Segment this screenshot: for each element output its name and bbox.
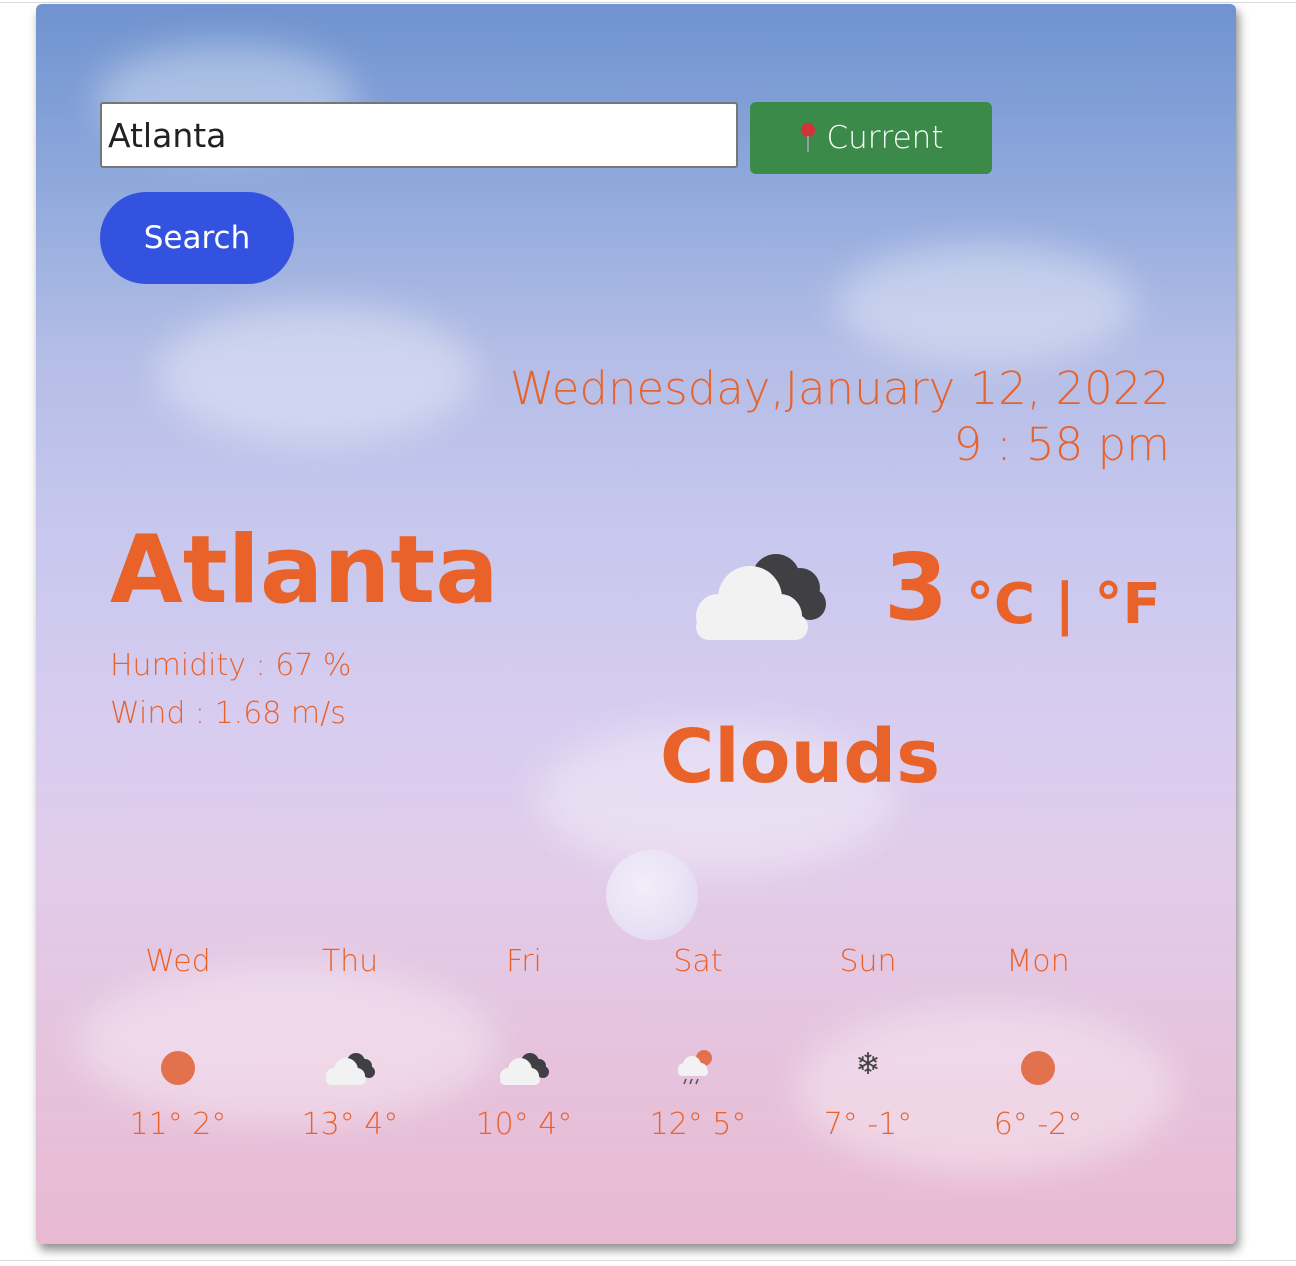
forecast-day: Thu 13° 4° <box>280 944 420 1142</box>
moon-decoration <box>606 850 698 940</box>
clouds-icon <box>696 554 826 640</box>
forecast-temps: 12° 5° <box>649 1107 747 1142</box>
sky-cloud <box>156 304 476 444</box>
forecast-temps: 11° 2° <box>129 1107 227 1142</box>
humidity-text: Humidity : 67 % <box>110 648 352 683</box>
temperature-value: 3 <box>884 534 949 641</box>
forecast-temps: 7° -1° <box>823 1107 913 1142</box>
forecast-day-name: Fri <box>506 944 542 979</box>
search-input[interactable] <box>100 102 738 168</box>
pin-icon <box>799 123 817 153</box>
current-button-label: Current <box>826 120 944 156</box>
forecast-day-name: Wed <box>145 944 211 979</box>
time-text: 9 : 58 pm <box>953 418 1170 471</box>
top-divider <box>0 2 1296 3</box>
forecast-day-name: Sat <box>673 944 723 979</box>
date-text: Wednesday,January 12, 2022 <box>509 362 1170 415</box>
forecast-day: Sat 12° 5° <box>628 944 768 1142</box>
sun-icon <box>108 1049 248 1089</box>
forecast-day-name: Thu <box>321 944 379 979</box>
wind-text: Wind : 1.68 m/s <box>110 696 346 731</box>
forecast-temps: 13° 4° <box>301 1107 399 1142</box>
clouds-icon <box>280 1049 420 1089</box>
forecast-day-name: Sun <box>839 944 897 979</box>
search-button[interactable]: Search <box>100 192 294 284</box>
forecast-day: Sun ❄ 7° -1° <box>798 944 938 1142</box>
bottom-divider <box>0 1260 1296 1261</box>
sky-cloud <box>836 244 1136 364</box>
current-location-button[interactable]: Current <box>750 102 992 174</box>
sun-icon <box>968 1049 1108 1089</box>
weather-condition: Clouds <box>660 714 941 800</box>
weather-card: Current Search Wednesday,January 12, 202… <box>36 4 1236 1244</box>
forecast-temps: 10° 4° <box>475 1107 573 1142</box>
forecast-temps: 6° -2° <box>993 1107 1083 1142</box>
forecast-day: Wed 11° 2° <box>108 944 248 1142</box>
snow-icon: ❄ <box>855 1047 881 1082</box>
clouds-icon <box>454 1049 594 1089</box>
forecast-day: Fri 10° 4° <box>454 944 594 1142</box>
temperature-units-toggle[interactable]: °C | °F <box>966 572 1161 637</box>
forecast-day-name: Mon <box>1006 944 1070 979</box>
forecast-day: Mon 6° -2° <box>968 944 1108 1142</box>
city-name: Atlanta <box>110 516 499 625</box>
rain-icon <box>628 1049 768 1089</box>
